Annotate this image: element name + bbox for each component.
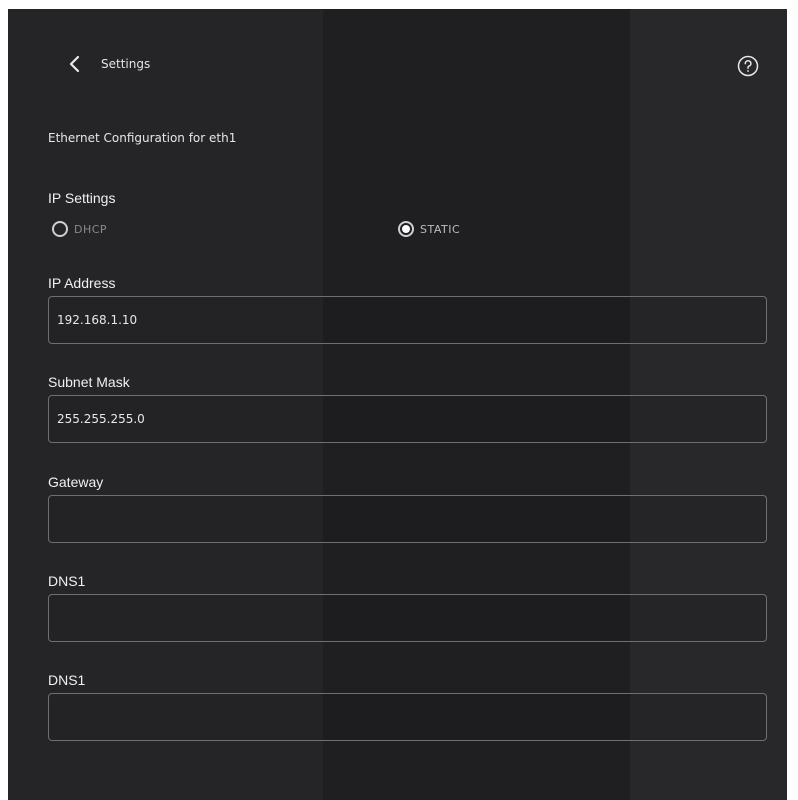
back-button[interactable] xyxy=(60,49,90,79)
help-button[interactable] xyxy=(733,51,763,81)
subnet-mask-input[interactable] xyxy=(48,395,767,443)
gateway-label: Gateway xyxy=(48,474,104,490)
gateway-input[interactable] xyxy=(48,495,767,543)
header-bar: Settings xyxy=(8,49,787,83)
header-title: Settings xyxy=(101,57,151,71)
ip-settings-label: IP Settings xyxy=(48,190,116,206)
dns1-label: DNS1 xyxy=(48,573,86,589)
dns2-label: DNS1 xyxy=(48,672,86,688)
help-circle-icon xyxy=(737,55,759,77)
chevron-left-icon xyxy=(69,55,80,73)
page-title: Ethernet Configuration for eth1 xyxy=(48,131,237,145)
subnet-mask-label: Subnet Mask xyxy=(48,374,130,390)
ip-address-label: IP Address xyxy=(48,275,116,291)
radio-dhcp-label: DHCP xyxy=(74,222,108,236)
dns1-input[interactable] xyxy=(48,594,767,642)
settings-window: Settings Ethernet Configuration for eth1… xyxy=(8,9,787,800)
radio-dhcp[interactable]: DHCP xyxy=(52,219,107,239)
radio-static[interactable]: STATIC xyxy=(398,219,460,239)
dns2-input[interactable] xyxy=(48,693,767,741)
radio-static-label: STATIC xyxy=(420,222,461,236)
radio-unselected-icon xyxy=(52,221,68,237)
ip-address-input[interactable] xyxy=(48,296,767,344)
radio-selected-icon xyxy=(398,221,414,237)
